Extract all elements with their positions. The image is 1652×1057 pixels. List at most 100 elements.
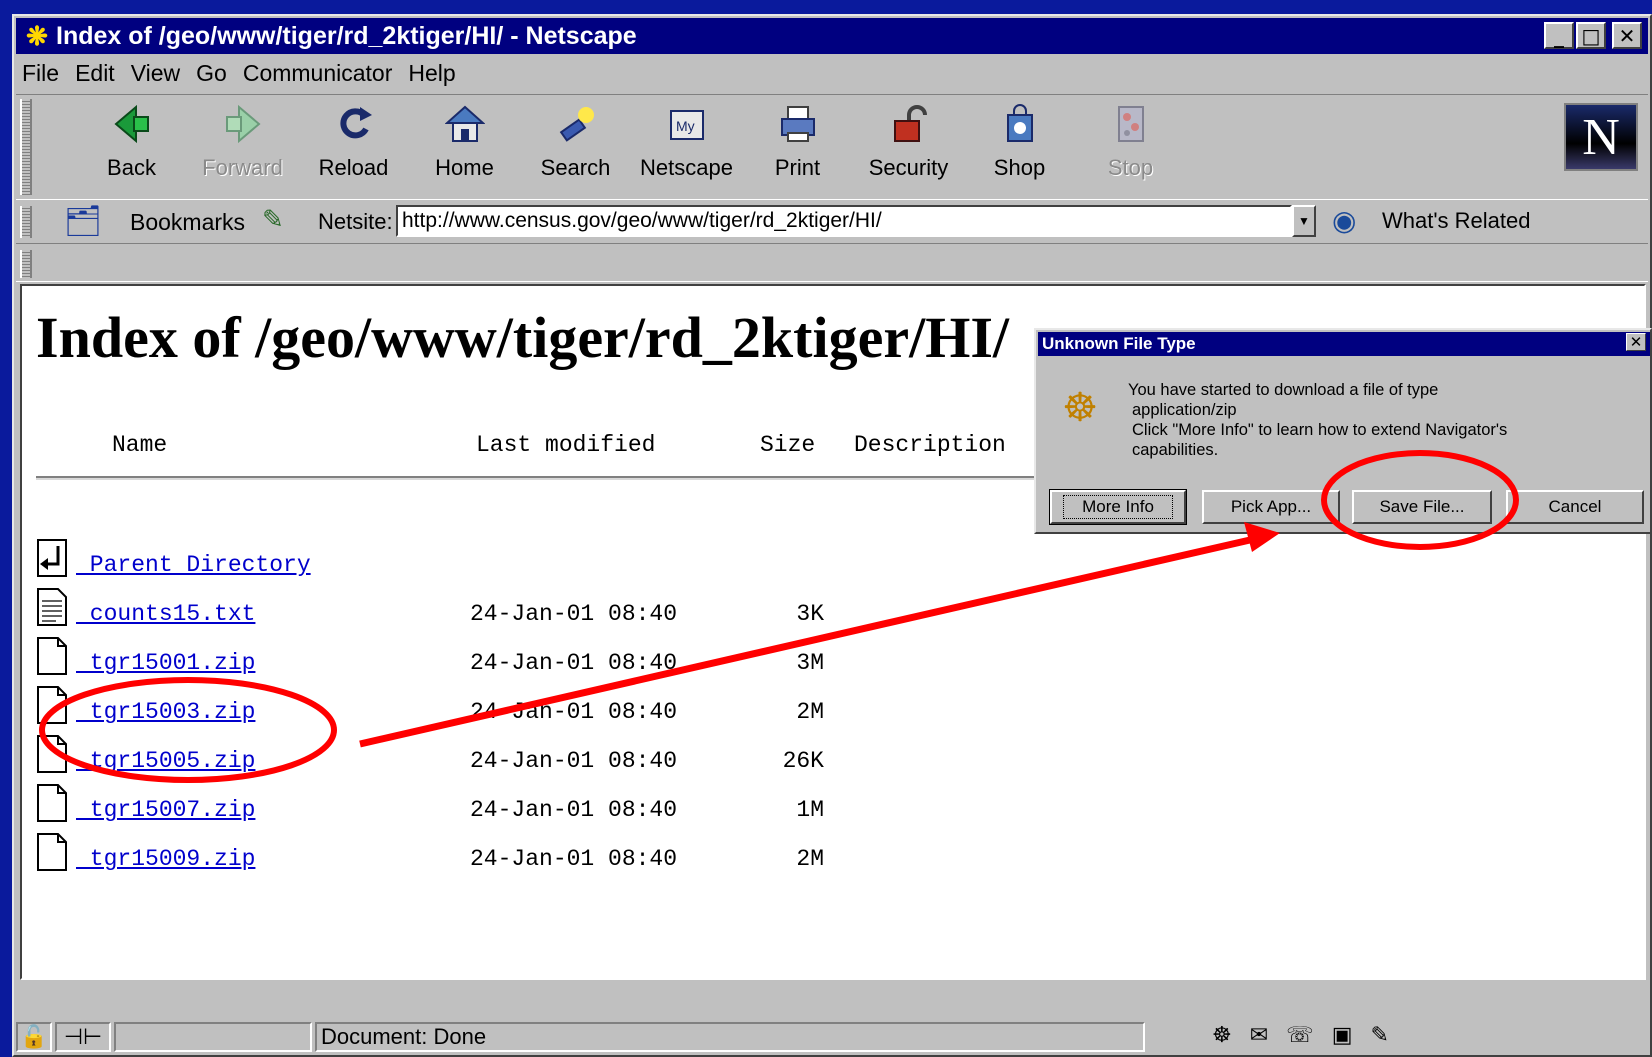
whats-related-button[interactable]: What's Related: [1382, 208, 1531, 234]
discussions-icon[interactable]: ☏: [1286, 1022, 1314, 1048]
column-last-modified-header[interactable]: Last modified: [476, 432, 655, 458]
blank-file-icon[interactable]: [36, 832, 68, 872]
status-bar: 🔓 ⊣⊢ Document: Done ☸ ✉ ☏ ▣ ✎: [16, 1020, 1648, 1054]
file-link[interactable]: counts15.txt: [76, 601, 256, 627]
window-title: Index of /geo/www/tiger/rd_2ktiger/HI/ -…: [56, 21, 637, 50]
dialog-close-button[interactable]: ✕: [1626, 333, 1646, 351]
netsite-icon[interactable]: ✎: [262, 204, 284, 235]
text-file-icon[interactable]: [36, 587, 68, 627]
blank-file-icon[interactable]: [36, 783, 68, 823]
forward-button[interactable]: Forward: [187, 101, 298, 193]
list-item: tgr15003.zip 24-Jan-01 08:40 2M: [36, 686, 936, 743]
url-field[interactable]: http://www.census.gov/geo/www/tiger/rd_2…: [396, 205, 1292, 237]
composer-icon[interactable]: ✎: [1370, 1022, 1388, 1048]
netscape-button[interactable]: My Netscape: [631, 101, 742, 193]
address-book-icon[interactable]: ▣: [1332, 1022, 1353, 1048]
printer-icon: [776, 101, 820, 147]
search-button[interactable]: Search: [520, 101, 631, 193]
dialog-title: Unknown File Type: [1038, 332, 1650, 356]
print-button[interactable]: Print: [742, 101, 853, 193]
file-date: 24-Jan-01 08:40: [470, 601, 678, 627]
file-date: 24-Jan-01 08:40: [470, 797, 678, 823]
list-item: tgr15007.zip 24-Jan-01 08:40 1M: [36, 784, 936, 841]
netsite-label: Netsite:: [318, 209, 393, 234]
whats-related-icon[interactable]: ◉: [1332, 204, 1356, 237]
cancel-button[interactable]: Cancel: [1506, 490, 1644, 524]
location-toolbar: 🗂 Bookmarks ✎ Netsite: http://www.census…: [16, 202, 1648, 244]
dialog-message: You have started to download a file of t…: [1128, 381, 1508, 459]
maximize-button[interactable]: □: [1576, 22, 1606, 49]
list-item: tgr15005.zip 24-Jan-01 08:40 26K: [36, 735, 936, 792]
page-title: Index of /geo/www/tiger/rd_2ktiger/HI/: [36, 305, 1010, 370]
toolbar-grip[interactable]: [20, 99, 32, 195]
unknown-file-type-dialog: Unknown File Type ✕ ☸ You have started t…: [1034, 328, 1652, 534]
list-item: tgr15009.zip 24-Jan-01 08:40 2M: [36, 833, 936, 890]
stop-button[interactable]: Stop: [1075, 101, 1186, 193]
menu-edit[interactable]: Edit: [75, 60, 115, 87]
security-status-icon[interactable]: 🔓: [16, 1022, 52, 1052]
column-name-header[interactable]: Name: [112, 432, 167, 458]
parent-directory-link[interactable]: Parent Directory: [76, 552, 311, 578]
shop-button[interactable]: Shop: [964, 101, 1075, 193]
menu-go[interactable]: Go: [196, 60, 227, 87]
file-date: 24-Jan-01 08:40: [470, 650, 678, 676]
svg-text:My: My: [676, 118, 695, 134]
menu-bar: File Edit View Go Communicator Help: [16, 56, 466, 90]
location-grip[interactable]: [20, 206, 32, 238]
stop-icon: [1109, 101, 1153, 147]
home-icon: [443, 101, 487, 147]
menu-communicator[interactable]: Communicator: [243, 60, 393, 87]
column-size-header[interactable]: Size: [760, 432, 815, 458]
bookmarks-icon[interactable]: 🗂: [64, 204, 102, 239]
file-link[interactable]: tgr15007.zip: [76, 797, 256, 823]
file-date: 24-Jan-01 08:40: [470, 699, 678, 725]
menu-view[interactable]: View: [131, 60, 180, 87]
back-button[interactable]: Back: [76, 101, 187, 193]
padlock-icon: [887, 101, 931, 147]
connection-icon: ⊣⊢: [55, 1022, 111, 1052]
file-link[interactable]: tgr15005.zip: [76, 748, 256, 774]
blank-file-icon[interactable]: [36, 636, 68, 676]
close-button[interactable]: ✕: [1612, 22, 1642, 49]
file-link[interactable]: tgr15003.zip: [76, 699, 256, 725]
navigation-toolbar: Back Forward Reload Home Search My Netsc…: [16, 94, 1648, 200]
status-text: Document: Done: [315, 1022, 1145, 1052]
file-date: 24-Jan-01 08:40: [470, 846, 678, 872]
file-size: 2M: [796, 699, 824, 725]
back-folder-icon[interactable]: [36, 538, 68, 578]
file-size: 26K: [782, 748, 824, 774]
netscape-wheel-icon: ❋: [26, 21, 48, 51]
component-bar: ☸ ✉ ☏ ▣ ✎: [1212, 1022, 1389, 1048]
menu-help[interactable]: Help: [408, 60, 455, 87]
save-file-button[interactable]: Save File...: [1352, 490, 1492, 524]
reload-button[interactable]: Reload: [298, 101, 409, 193]
file-size: 1M: [796, 797, 824, 823]
back-arrow-icon: [110, 101, 154, 147]
netscape-n-logo[interactable]: N: [1564, 103, 1638, 171]
progress-bar: [114, 1022, 312, 1052]
home-button[interactable]: Home: [409, 101, 520, 193]
navigator-icon[interactable]: ☸: [1212, 1022, 1232, 1048]
search-flashlight-icon: [554, 101, 598, 147]
personal-toolbar-grip[interactable]: [20, 250, 32, 278]
url-dropdown-button[interactable]: ▼: [1292, 205, 1316, 237]
my-netscape-icon: My: [665, 101, 709, 147]
list-item: counts15.txt 24-Jan-01 08:40 3K: [36, 588, 936, 645]
inbox-icon[interactable]: ✉: [1250, 1022, 1268, 1048]
file-size: 3M: [796, 650, 824, 676]
pick-app-button[interactable]: Pick App...: [1202, 490, 1340, 524]
security-button[interactable]: Security: [853, 101, 964, 193]
navigator-wheel-icon: ☸: [1062, 386, 1098, 430]
file-size: 3K: [796, 601, 824, 627]
blank-file-icon[interactable]: [36, 685, 68, 725]
column-description-header[interactable]: Description: [854, 432, 1006, 458]
more-info-button[interactable]: More Info: [1049, 489, 1187, 525]
menu-file[interactable]: File: [22, 60, 59, 87]
list-item: Parent Directory: [36, 539, 936, 596]
blank-file-icon[interactable]: [36, 734, 68, 774]
minimize-button[interactable]: _: [1544, 22, 1574, 49]
personal-toolbar: [16, 246, 1648, 282]
bookmarks-button[interactable]: Bookmarks: [130, 209, 245, 236]
file-link[interactable]: tgr15009.zip: [76, 846, 256, 872]
file-link[interactable]: tgr15001.zip: [76, 650, 256, 676]
